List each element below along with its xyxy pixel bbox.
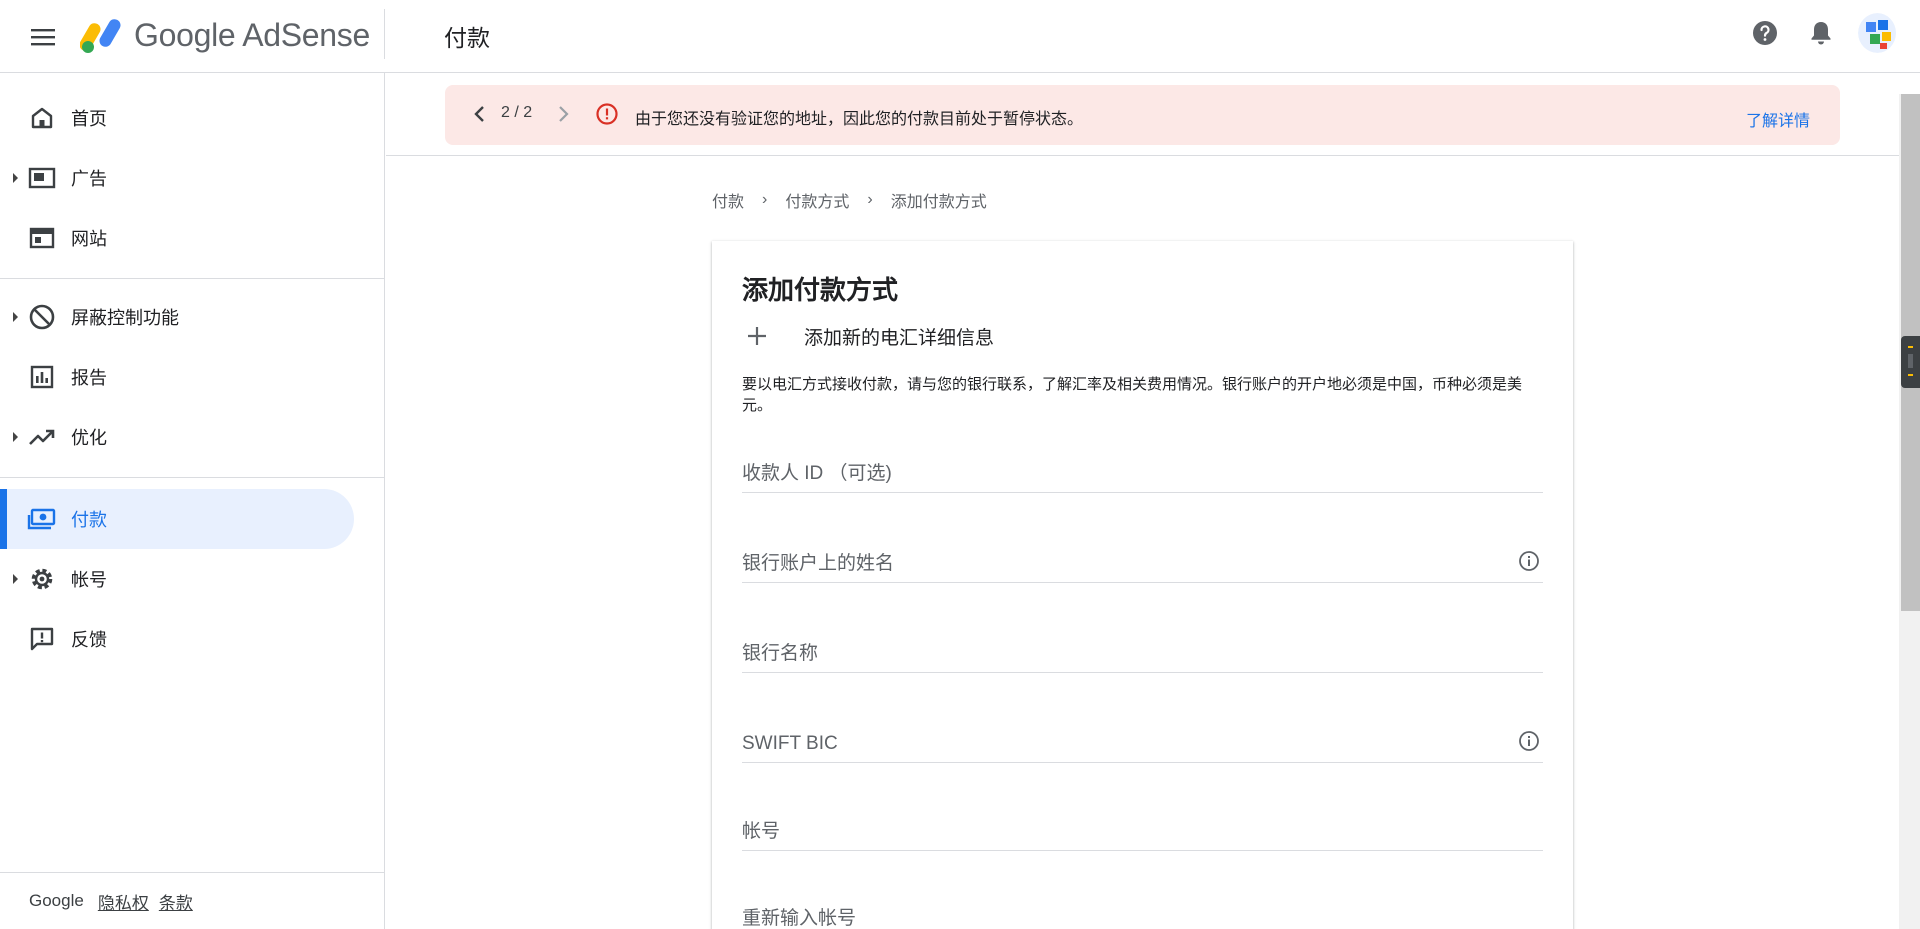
confirm-account-number-field[interactable]: 重新输入帐号 [742, 886, 1543, 929]
sidebar-item-sites[interactable]: 网站 [0, 208, 354, 268]
breadcrumb-payment-methods[interactable]: 付款方式 [785, 188, 849, 212]
expand-caret-icon [13, 173, 18, 183]
plus-icon [742, 321, 772, 351]
add-payment-method-card: 添加付款方式 添加新的电汇详细信息 要以电汇方式接收付款，请与您的银行联系，了解… [712, 241, 1573, 929]
sidebar-item-label: 首页 [71, 109, 107, 129]
expand-caret-icon [13, 574, 18, 584]
account-number-label: 帐号 [742, 821, 781, 842]
account-avatar-button[interactable] [1858, 13, 1896, 53]
hamburger-menu-icon [31, 29, 55, 46]
adsense-logo-icon [80, 19, 121, 53]
feedback-icon [27, 624, 57, 654]
adsense-logo[interactable]: Google AdSense [80, 12, 370, 58]
payee-id-label: 收款人 ID （可选) [742, 463, 892, 484]
top-actions [1746, 13, 1896, 53]
alert-section: 2 / 2 由于您还没有验证您的地址，因此您的付款目前处于暂停状态。 了解详情 [386, 73, 1900, 156]
add-wire-transfer-label: 添加新的电汇详细信息 [804, 327, 995, 349]
sidebar-item-feedback[interactable]: 反馈 [0, 609, 354, 669]
ads-icon [27, 163, 57, 193]
reports-icon [27, 362, 57, 392]
sidebar-divider [0, 477, 385, 478]
privacy-link[interactable]: 隐私权 [98, 889, 149, 914]
sidebar-nav: 首页 广告 网站 屏蔽控制功能 报告 优化 付款 帐号 反馈 Google 隐私… [0, 73, 385, 929]
main-content: 2 / 2 由于您还没有验证您的地址，因此您的付款目前处于暂停状态。 了解详情 … [386, 73, 1900, 929]
sidebar-item-label: 帐号 [71, 570, 107, 590]
sidebar-item-label: 屏蔽控制功能 [71, 308, 179, 328]
block-icon [27, 302, 57, 332]
handle-grip-icon [1908, 346, 1913, 376]
alert-counter: 2 / 2 [501, 104, 533, 121]
info-icon[interactable] [1517, 729, 1541, 753]
expand-caret-icon [13, 432, 18, 442]
sidebar-item-optimize[interactable]: 优化 [0, 407, 354, 467]
sidebar-item-ads[interactable]: 广告 [0, 148, 354, 208]
help-button[interactable] [1746, 14, 1784, 52]
breadcrumb-add-payment-method: 添加付款方式 [890, 194, 987, 211]
breadcrumb-payments[interactable]: 付款 [712, 188, 744, 212]
chevron-left-icon [474, 106, 484, 122]
error-icon [596, 103, 618, 125]
avatar [1858, 13, 1896, 53]
payments-icon [27, 504, 57, 534]
payment-hold-alert: 2 / 2 由于您还没有验证您的地址，因此您的付款目前处于暂停状态。 了解详情 [445, 85, 1840, 145]
optimize-icon [27, 422, 57, 452]
bell-icon [1811, 22, 1831, 45]
info-icon[interactable] [1517, 549, 1541, 573]
chevron-right-icon [559, 106, 569, 122]
sidebar-item-payments[interactable]: 付款 [0, 489, 354, 549]
sidebar-item-label: 反馈 [71, 630, 107, 650]
card-title: 添加付款方式 [742, 275, 899, 305]
avatar-cube-icon [1858, 13, 1896, 53]
bank-name-field[interactable]: 银行名称 [742, 621, 1543, 673]
alert-next-button[interactable] [550, 101, 576, 127]
swift-bic-label: SWIFT BIC [742, 733, 838, 754]
brand-name: Google AdSense [134, 16, 370, 53]
home-icon [27, 103, 57, 133]
footer-google-brand: Google [29, 891, 84, 910]
terms-link[interactable]: 条款 [159, 889, 193, 914]
topbar-divider [384, 9, 385, 59]
notifications-button[interactable] [1802, 14, 1840, 52]
help-icon [1753, 21, 1777, 45]
page-title: 付款 [444, 25, 490, 51]
expand-caret-icon [13, 312, 18, 322]
sidebar-item-label: 报告 [71, 368, 107, 388]
sidebar-item-home[interactable]: 首页 [0, 88, 354, 148]
account-holder-name-field[interactable]: 银行账户上的姓名 [742, 531, 1543, 583]
alert-prev-button[interactable] [467, 101, 493, 127]
breadcrumb-separator-icon: › [867, 191, 873, 208]
payee-id-field[interactable]: 收款人 ID （可选) [742, 441, 1543, 493]
wire-transfer-description: 要以电汇方式接收付款，请与您的银行联系，了解汇率及相关费用情况。银行账户的开户地… [742, 376, 1523, 414]
side-panel-handle[interactable] [1901, 336, 1920, 388]
sites-icon [27, 223, 57, 253]
sidebar-item-blocking-controls[interactable]: 屏蔽控制功能 [0, 287, 354, 347]
sidebar-footer: Google 隐私权 条款 [0, 872, 385, 929]
sidebar-item-label: 优化 [71, 428, 107, 448]
swift-bic-field[interactable]: SWIFT BIC [742, 711, 1543, 763]
breadcrumb-separator-icon: › [762, 191, 768, 208]
sidebar-divider [0, 278, 385, 279]
top-app-bar: Google AdSense 付款 [0, 0, 1920, 73]
sidebar-item-label: 付款 [71, 510, 107, 530]
confirm-account-number-label: 重新输入帐号 [742, 908, 857, 929]
learn-more-link[interactable]: 了解详情 [1746, 107, 1810, 131]
add-wire-transfer-option[interactable]: 添加新的电汇详细信息 [742, 321, 994, 351]
sidebar-item-label: 广告 [71, 169, 107, 189]
bank-name-label: 银行名称 [742, 643, 819, 664]
sidebar-item-account[interactable]: 帐号 [0, 549, 354, 609]
account-gear-icon [27, 564, 57, 594]
sidebar-item-reports[interactable]: 报告 [0, 347, 354, 407]
account-number-field[interactable]: 帐号 [742, 799, 1543, 851]
sidebar-item-label: 网站 [71, 229, 107, 249]
active-indicator [0, 489, 7, 549]
alert-message: 由于您还没有验证您的地址，因此您的付款目前处于暂停状态。 [635, 111, 1084, 128]
breadcrumb: 付款 › 付款方式 › 添加付款方式 [712, 188, 987, 212]
main-menu-button[interactable] [26, 20, 60, 54]
account-holder-name-label: 银行账户上的姓名 [742, 553, 895, 574]
